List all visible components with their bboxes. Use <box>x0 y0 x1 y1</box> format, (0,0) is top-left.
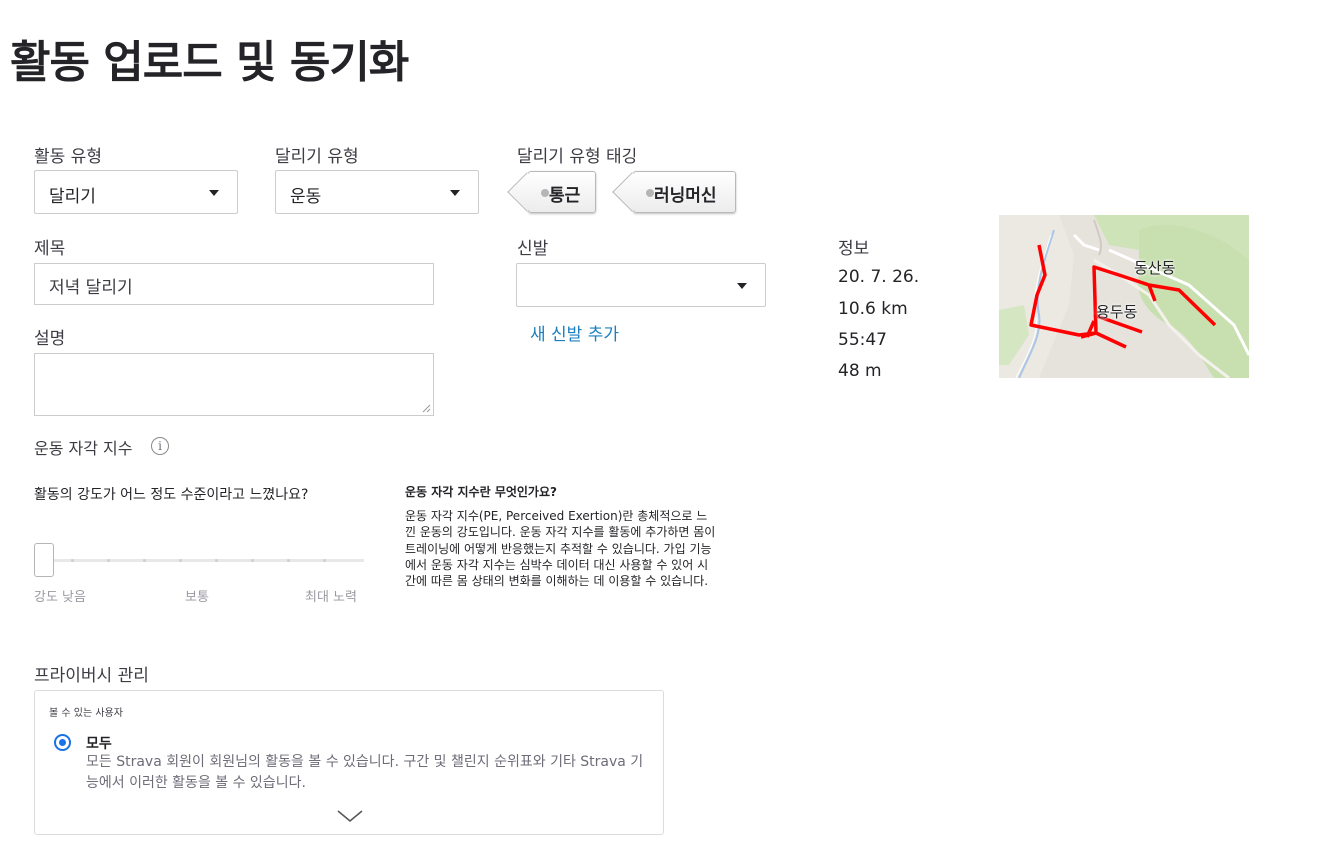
visibility-radio-everyone[interactable] <box>54 734 71 751</box>
title-input-value: 저녁 달리기 <box>49 278 133 298</box>
info-elevation: 48 m <box>838 361 882 381</box>
tag-hole-icon <box>646 189 654 197</box>
tag-label: 러닝머신 <box>654 186 717 206</box>
activity-type-select[interactable]: 달리기 <box>34 170 238 214</box>
tag-treadmill-button[interactable]: 러닝머신 <box>612 171 736 213</box>
run-type-select[interactable]: 운동 <box>275 170 479 214</box>
title-label: 제목 <box>34 239 66 259</box>
route-map[interactable]: 동산동 용두동 <box>999 215 1249 378</box>
map-canvas <box>999 215 1249 378</box>
map-label-dongsan: 동산동 <box>1134 259 1176 277</box>
description-textarea[interactable] <box>34 353 434 416</box>
tag-label: 통근 <box>549 186 581 206</box>
info-distance: 10.6 km <box>838 299 908 319</box>
info-time: 55:47 <box>838 330 887 350</box>
map-label-yongdu: 용두동 <box>1096 303 1138 321</box>
page-title: 활동 업로드 및 동기화 <box>10 37 409 88</box>
tag-commute-button[interactable]: 통근 <box>507 171 596 213</box>
tag-hole-icon <box>541 189 549 197</box>
perceived-exertion-label: 운동 자각 지수 <box>34 439 133 458</box>
exertion-help-title: 운동 자각 지수란 무엇인가요? <box>405 485 557 499</box>
visibility-option-title: 모두 <box>86 736 112 752</box>
run-type-value: 운동 <box>290 187 322 207</box>
run-type-label: 달리기 유형 <box>275 147 359 167</box>
add-shoes-link[interactable]: 새 신발 추가 <box>530 320 619 345</box>
chevron-down-icon <box>737 283 747 289</box>
info-icon[interactable]: i <box>151 437 169 455</box>
resize-handle-icon[interactable] <box>422 404 431 413</box>
scale-mid-label: 보통 <box>185 590 209 605</box>
exertion-slider-thumb[interactable] <box>34 543 54 577</box>
scale-low-label: 강도 낮음 <box>34 590 86 605</box>
privacy-box: 볼 수 있는 사용자 모두 모든 Strava 회원이 회원님의 활동을 볼 수… <box>34 690 664 835</box>
description-label: 설명 <box>34 329 66 349</box>
chevron-down-icon <box>209 190 219 196</box>
scale-high-label: 최대 노력 <box>305 590 357 605</box>
exertion-slider-track[interactable] <box>36 559 364 562</box>
privacy-label: 프라이버시 관리 <box>34 666 149 686</box>
exertion-question: 활동의 강도가 어느 정도 수준이라고 느꼈나요? <box>34 487 309 503</box>
activity-type-value: 달리기 <box>49 187 96 207</box>
chevron-down-icon[interactable] <box>337 809 363 823</box>
activity-type-label: 활동 유형 <box>34 147 102 167</box>
info-label: 정보 <box>838 239 870 259</box>
chevron-down-icon <box>450 190 460 196</box>
run-tagging-label: 달리기 유형 태깅 <box>517 147 638 167</box>
shoes-label: 신발 <box>517 239 549 259</box>
visibility-option-description: 모든 Strava 회원이 회원님의 활동을 볼 수 있습니다. 구간 및 챌린… <box>86 754 644 791</box>
title-input[interactable]: 저녁 달리기 <box>34 263 434 305</box>
shoes-select[interactable] <box>516 263 766 307</box>
info-date: 20. 7. 26. <box>838 267 920 287</box>
visibility-label: 볼 수 있는 사용자 <box>49 708 123 719</box>
exertion-help-body: 운동 자각 지수(PE, Perceived Exertion)란 총체적으로 … <box>405 509 716 589</box>
